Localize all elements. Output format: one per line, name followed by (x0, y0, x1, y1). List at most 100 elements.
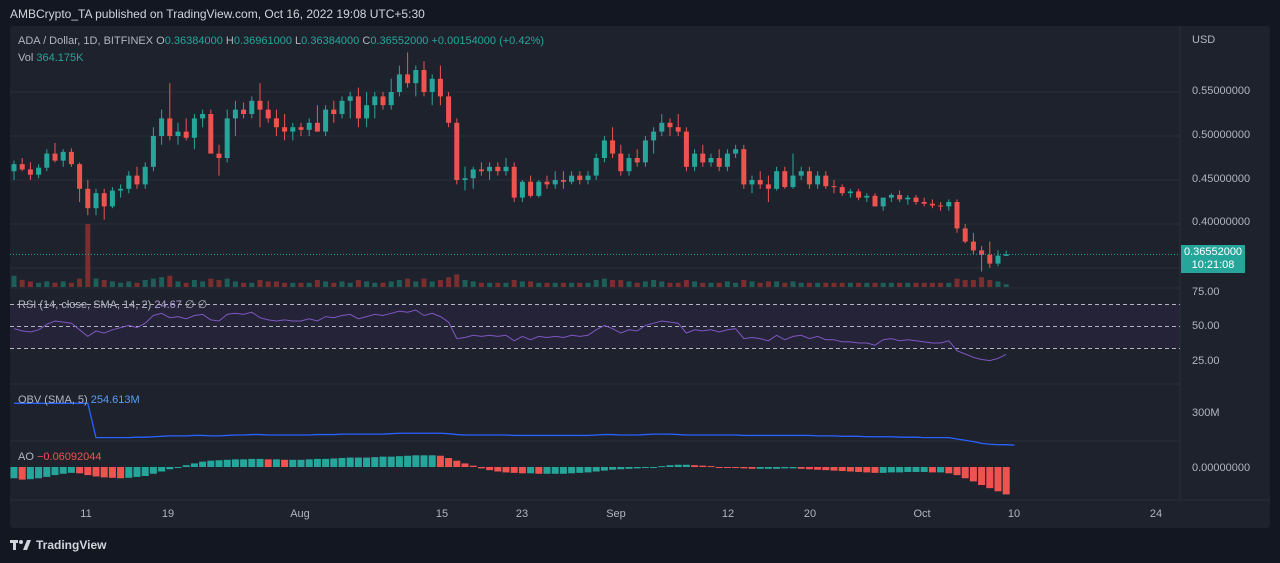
candle-body (585, 175, 591, 180)
candle-body (782, 171, 788, 188)
volume-bar (85, 224, 91, 287)
ao-bar (117, 467, 125, 479)
volume-bar (519, 281, 525, 287)
candle-body (118, 188, 124, 191)
open-label: O (156, 35, 165, 47)
volume-bar (306, 282, 312, 287)
candle-body (913, 197, 919, 202)
ao-bar (871, 467, 879, 473)
volume-bar (979, 277, 985, 287)
candle-body (880, 197, 886, 207)
candle-body (995, 255, 1001, 264)
candle-body (700, 153, 706, 163)
candle-body (405, 74, 411, 84)
ao-label[interactable]: AO (18, 451, 34, 463)
candle-body (790, 175, 796, 188)
candle-body (27, 169, 33, 175)
ao-bar (453, 460, 461, 467)
candle-body (290, 127, 296, 132)
candle-body (733, 149, 739, 154)
candle-body (659, 122, 665, 132)
candle-body (651, 131, 657, 141)
ao-bar (609, 467, 617, 470)
volume-bar (888, 282, 894, 287)
candle-body (536, 181, 542, 196)
candle-body (544, 181, 550, 185)
candle-body (749, 180, 755, 185)
candle-body (610, 140, 616, 154)
obv-label[interactable]: OBV (SMA, 5) (18, 394, 88, 406)
volume-bar (675, 282, 681, 287)
ao-bar (822, 467, 830, 471)
ao-bar (363, 457, 371, 467)
last-price-value: 0.36552000 (1183, 246, 1243, 258)
candle-body (560, 180, 566, 182)
volume-bar (27, 281, 33, 287)
ao-bar (297, 459, 305, 467)
volume-bar (683, 280, 689, 287)
volume-bar (544, 282, 550, 287)
ao-bar (625, 467, 633, 469)
ao-bar (149, 467, 157, 474)
chart-canvas[interactable] (0, 0, 1280, 563)
ao-bar (658, 466, 666, 468)
rsi-tick: 25.00 (1192, 355, 1220, 367)
ao-bar (863, 467, 871, 473)
volume-bar (749, 281, 755, 287)
volume-bar (487, 282, 493, 287)
ao-bar (59, 467, 67, 474)
ao-bar (371, 457, 379, 467)
volume-bar (44, 281, 50, 287)
time-tick: 23 (515, 508, 529, 520)
candle-body (503, 166, 509, 172)
ao-bar (240, 459, 248, 467)
ao-bar (231, 459, 239, 467)
candle-body (60, 151, 66, 161)
ao-bar (51, 467, 59, 476)
volume-bar (167, 275, 173, 287)
candle-body (528, 181, 534, 196)
candle-body (126, 175, 132, 189)
volume-bar (921, 282, 927, 287)
volume-bar (700, 282, 706, 287)
ao-bar (781, 467, 789, 469)
ao-bar (289, 459, 297, 467)
candle-body (52, 153, 58, 161)
candle-body (257, 100, 263, 110)
ao-legend: AO −0.06092044 (18, 451, 102, 463)
volume-legend: Vol 364.175K (18, 52, 83, 64)
currency-label: USD (1192, 34, 1216, 46)
volume-bar (52, 282, 58, 287)
candle-body (167, 118, 173, 136)
candle-body (77, 164, 83, 189)
candle-body (888, 194, 894, 198)
ao-bar (248, 458, 256, 467)
candle-body (470, 169, 476, 179)
candle-body (216, 153, 222, 158)
candle-body (249, 100, 255, 114)
volume-bar (987, 280, 993, 287)
candle-body (921, 202, 927, 204)
volume-bar (388, 281, 394, 287)
candle-body (306, 122, 312, 130)
volume-bar (897, 282, 903, 287)
candle-body (68, 151, 74, 165)
high-value: 0.36961000 (233, 35, 292, 47)
candle-body (856, 191, 862, 198)
volume-bar (323, 281, 329, 287)
symbol-label[interactable]: ADA / Dollar, 1D, BITFINEX (18, 35, 153, 47)
candle-body (200, 114, 206, 119)
ao-bar (797, 467, 805, 469)
ao-bar (789, 467, 797, 469)
time-tick: 15 (435, 508, 449, 520)
rsi-label[interactable]: RSI (14, close, SMA, 14, 2) (18, 299, 151, 311)
tradingview-logo[interactable]: TradingView (10, 538, 106, 552)
ao-bar (846, 467, 854, 472)
candle-body (774, 171, 780, 189)
last-price-badge: 0.36552000 10:21:08 (1181, 245, 1245, 273)
candle-body (716, 158, 722, 167)
volume-bar (790, 281, 796, 287)
candle-body (191, 118, 197, 138)
ao-bar (568, 467, 576, 474)
ao-bar (707, 466, 715, 468)
